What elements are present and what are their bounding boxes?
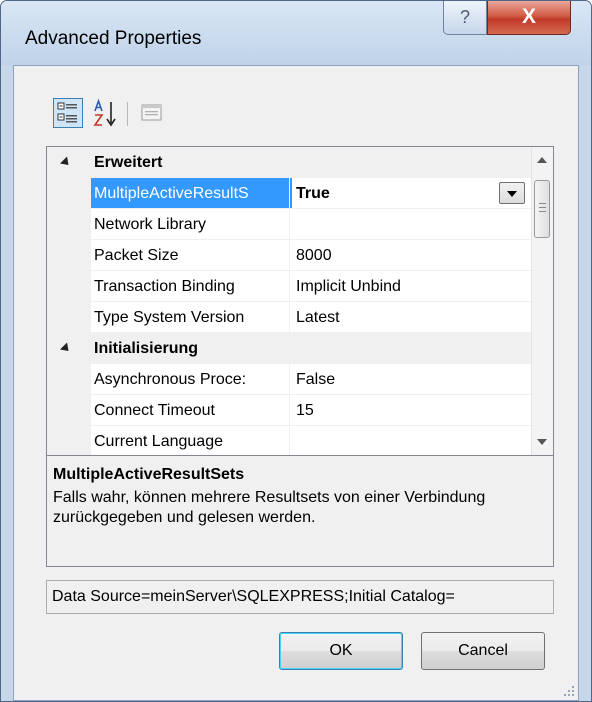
description-panel: MultipleActiveResultSets Falls wahr, kön…: [46, 456, 554, 567]
property-name: Asynchronous Proce:: [94, 371, 247, 388]
property-row[interactable]: Connect Timeout 15: [47, 395, 531, 426]
title-bar[interactable]: Advanced Properties ? X: [1, 1, 591, 65]
categorized-button[interactable]: [53, 98, 83, 128]
property-pages-button[interactable]: [137, 98, 167, 128]
property-row[interactable]: Transaction Binding Implicit Unbind: [47, 271, 531, 302]
property-name: Transaction Binding: [94, 278, 235, 295]
category-row-initialisierung[interactable]: Initialisierung: [47, 333, 531, 364]
property-value[interactable]: False: [296, 364, 531, 395]
collapse-triangle-icon[interactable]: [59, 342, 73, 355]
help-icon: ?: [459, 7, 470, 27]
property-name: Network Library: [94, 216, 207, 233]
description-title: MultipleActiveResultSets: [53, 466, 245, 483]
cancel-button[interactable]: Cancel: [421, 632, 545, 670]
property-name: Current Language: [94, 433, 223, 450]
property-value[interactable]: Implicit Unbind: [296, 271, 531, 302]
property-name: Connect Timeout: [94, 402, 215, 419]
property-name: MultipleActiveResultS: [91, 178, 292, 209]
scroll-down-icon[interactable]: [537, 439, 547, 445]
ok-button[interactable]: OK: [279, 632, 403, 670]
close-icon: X: [521, 5, 536, 28]
category-row-erweitert[interactable]: Erweitert: [47, 147, 531, 178]
scrollbar-thumb[interactable]: [534, 180, 550, 238]
property-row[interactable]: Asynchronous Proce: False: [47, 364, 531, 395]
category-label: Erweitert: [94, 154, 163, 171]
property-value[interactable]: [296, 426, 531, 455]
property-name: Packet Size: [94, 247, 179, 264]
property-value[interactable]: True: [296, 178, 531, 209]
resize-grip-icon[interactable]: [563, 685, 575, 697]
toolbar-separator: [127, 102, 128, 126]
connection-string-field[interactable]: Data Source=meinServer\SQLEXPRESS;Initia…: [46, 580, 554, 614]
scroll-up-icon[interactable]: [537, 157, 547, 163]
dialog-client-area: Erweitert MultipleActiveResultS True Net…: [13, 65, 579, 701]
vertical-scrollbar[interactable]: [531, 147, 553, 455]
property-value[interactable]: [296, 209, 531, 240]
collapse-triangle-icon[interactable]: [59, 156, 73, 169]
sort-alphabetical-icon: [93, 98, 116, 127]
property-value[interactable]: Latest: [296, 302, 531, 333]
property-row[interactable]: Current Language: [47, 426, 531, 455]
property-pages-icon: [141, 104, 162, 121]
advanced-properties-dialog: Advanced Properties ? X Erweitert Multip…: [0, 0, 592, 702]
property-name: Type System Version: [94, 309, 245, 326]
help-button[interactable]: ?: [443, 1, 487, 35]
value-dropdown-button[interactable]: [499, 182, 525, 204]
description-text: Falls wahr, können mehrere Resultsets vo…: [53, 489, 486, 526]
property-row[interactable]: Network Library: [47, 209, 531, 240]
categorized-icon: [57, 102, 77, 123]
property-value[interactable]: 15: [296, 395, 531, 426]
property-grid-toolbar: [51, 94, 162, 132]
property-row[interactable]: Packet Size 8000: [47, 240, 531, 271]
property-row[interactable]: Type System Version Latest: [47, 302, 531, 333]
alphabetical-button[interactable]: [91, 98, 121, 128]
dialog-title: Advanced Properties: [25, 28, 202, 49]
property-value[interactable]: 8000: [296, 240, 531, 271]
property-grid: Erweitert MultipleActiveResultS True Net…: [46, 146, 554, 456]
category-label: Initialisierung: [94, 340, 199, 357]
close-button[interactable]: X: [487, 1, 571, 35]
property-row[interactable]: MultipleActiveResultS True: [47, 178, 531, 209]
